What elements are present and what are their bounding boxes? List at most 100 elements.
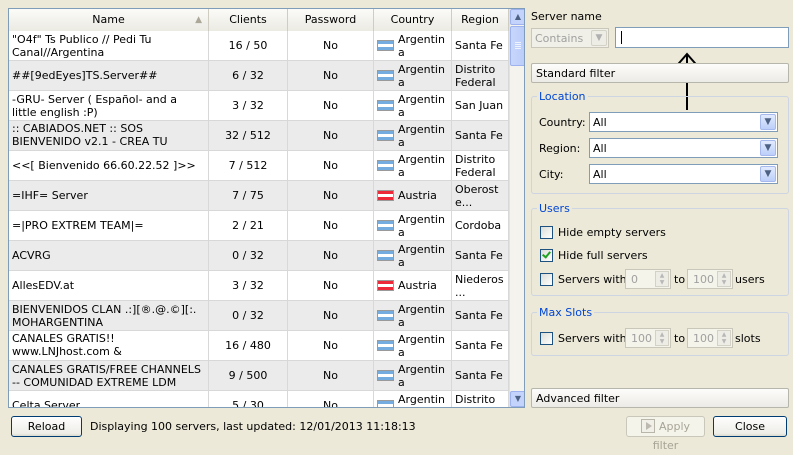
cell-name-text: -GRU- Server ( Español- and a little eng… [12,92,177,119]
column-header-password[interactable]: Password [288,9,374,31]
cell-name-text: :: CABIADOS.NET :: SOS BIENVENIDO v2.1 -… [12,122,168,149]
cell-password-text: No [323,189,338,202]
users-range-checkbox[interactable] [540,273,553,286]
table-row[interactable]: CANALES GRATIS!! www.LNJhost.com & www.I… [9,331,509,361]
austria-flag-icon [377,190,394,201]
city-select[interactable]: All ▼ [589,164,778,184]
max-slots-range-checkbox[interactable] [540,332,553,345]
cell-country: Argentina [374,331,452,360]
cell-clients: 3 / 32 [209,271,288,300]
cell-region: San Juan [452,91,509,120]
cell-name: ACVRG [9,241,209,270]
argentina-flag-icon [377,340,394,351]
cell-name-text: "O4f" Ts Publico // Pedi Tu Canal//Argen… [12,32,152,59]
cell-region: Distrito Federal [452,391,509,408]
cell-region: Santa Fe [452,361,509,390]
argentina-flag-icon [377,130,394,141]
users-group-title: Users [537,202,572,215]
spinner-arrows-icon: ▲ ▼ [717,271,731,287]
cell-password: No [288,91,374,120]
table-row[interactable]: Celta Server 5 / 30 No Argentina Distrito Fe… [9,391,509,408]
cell-clients-text: 0 / 32 [232,249,264,262]
cell-name-text: BIENVENIDOS CLAN .:][®.@.©][:. MOHARGENT… [12,302,197,329]
spinner-arrows-icon: ▲ ▼ [655,330,669,346]
cell-password: No [288,241,374,270]
slots-min-spinner[interactable]: 100 ▲ ▼ [625,328,671,348]
table-row[interactable]: "O4f" Ts Publico // Pedi Tu Canal//Argen… [9,31,509,61]
cell-clients-text: 7 / 512 [228,159,268,172]
chevron-down-icon: ▼ [591,30,607,46]
column-header-country[interactable]: Country [374,9,452,31]
users-min-spinner[interactable]: 0 ▲ ▼ [625,269,671,289]
advanced-filter-button[interactable]: Advanced filter [531,388,789,408]
close-button[interactable]: Close [713,416,787,437]
spinner-value: 100 [631,332,652,345]
cell-region-text: Distrito Federal [455,392,496,408]
spinner-value: 100 [693,332,714,345]
cell-country-text: Argentina [398,152,445,179]
hide-empty-servers-checkbox[interactable] [540,226,553,239]
region-select[interactable]: All ▼ [589,138,778,158]
column-header-name[interactable]: Name ▲ [9,9,209,31]
country-select[interactable]: All ▼ [589,112,778,132]
vertical-scrollbar[interactable]: ▲ ▼ [509,9,524,407]
table-row[interactable]: -GRU- Server ( Español- and a little eng… [9,91,509,121]
table-row[interactable]: =IHF= Server 7 / 75 No Austria Oberoste... [9,181,509,211]
cell-clients: 0 / 32 [209,241,288,270]
apply-filter-button[interactable]: Apply filter [626,416,705,452]
server-name-label: Server name [531,10,602,23]
name-match-mode-select[interactable]: Contains ▼ [531,28,609,48]
table-row[interactable]: AllesEDV.at 3 / 32 No Austria Niederos... [9,271,509,301]
table-row[interactable]: CANALES GRATIS/FREE CHANNELS -- COMUNIDA… [9,361,509,391]
table-row[interactable]: :: CABIADOS.NET :: SOS BIENVENIDO v2.1 -… [9,121,509,151]
cell-country-text: Argentina [398,122,445,149]
cell-region-text: Santa Fe [455,369,503,382]
cell-clients-text: 9 / 500 [228,369,268,382]
cell-clients: 2 / 21 [209,211,288,240]
cell-clients: 6 / 32 [209,61,288,90]
spinner-arrows-icon: ▲ ▼ [717,330,731,346]
cell-clients-text: 3 / 32 [232,99,264,112]
cell-clients-text: 32 / 512 [225,129,271,142]
cell-clients-text: 16 / 480 [225,339,271,352]
column-header-clients[interactable]: Clients [209,9,288,31]
cell-region-text: Santa Fe [455,129,503,142]
users-max-spinner[interactable]: 100 ▲ ▼ [687,269,733,289]
argentina-flag-icon [377,40,394,51]
column-header-label: Region [461,13,499,26]
cell-password-text: No [323,219,338,232]
users-unit-label: users [735,273,765,286]
argentina-flag-icon [377,370,394,381]
cell-country: Argentina [374,301,452,330]
column-header-label: Name [92,13,125,26]
cell-region-text: Cordoba [455,219,502,232]
cell-country-text: Argentina [398,62,445,89]
column-header-region[interactable]: Region [452,9,509,31]
slots-max-spinner[interactable]: 100 ▲ ▼ [687,328,733,348]
hide-full-servers-checkbox[interactable] [540,249,553,262]
cell-password-text: No [323,399,338,408]
cell-country: Argentina [374,211,452,240]
cell-country-text: Austria [398,279,437,292]
cell-password-text: No [323,339,338,352]
table-row[interactable]: ACVRG 0 / 32 No Argentina Santa Fe [9,241,509,271]
cell-password-text: No [323,39,338,52]
cell-name: ##[9edEyes]TS.Server## [9,61,209,90]
cell-password: No [288,151,374,180]
cell-clients-text: 16 / 50 [228,39,268,52]
cell-password: No [288,31,374,60]
scroll-thumb[interactable] [510,26,524,66]
argentina-flag-icon [377,100,394,111]
table-row[interactable]: =|PRO EXTREM TEAM|= 2 / 21 No Argentina Cord… [9,211,509,241]
table-row[interactable]: BIENVENIDOS CLAN .:][®.@.©][:. MOHARGENT… [9,301,509,331]
table-row[interactable]: <<[ Bienvenido 66.60.22.52 ]>> 7 / 512 No A… [9,151,509,181]
standard-filter-button[interactable]: Standard filter [531,63,789,83]
table-row[interactable]: ##[9edEyes]TS.Server## 6 / 32 No Argentina D… [9,61,509,91]
cell-name-text: ##[9edEyes]TS.Server## [12,69,158,82]
cell-name: AllesEDV.at [9,271,209,300]
server-name-input[interactable] [615,27,789,48]
cell-password-text: No [323,369,338,382]
scroll-up-button[interactable]: ▲ [510,9,524,25]
scroll-down-button[interactable]: ▼ [510,391,524,407]
reload-button[interactable]: Reload [11,416,82,437]
